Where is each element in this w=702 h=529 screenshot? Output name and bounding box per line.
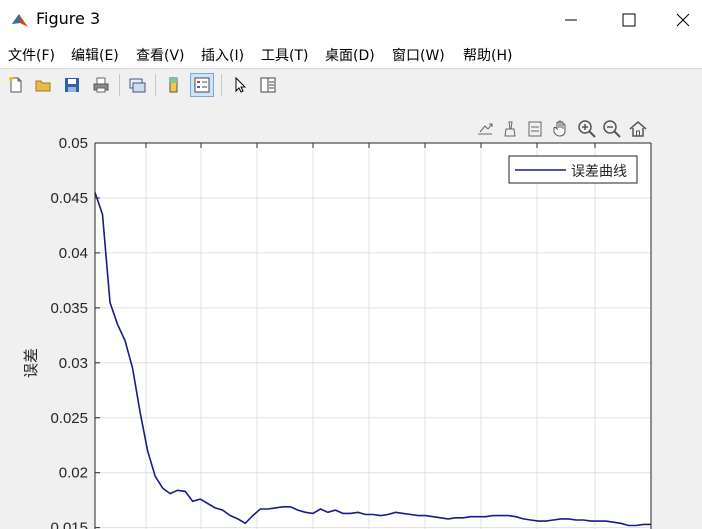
y-tick-labels: 0.05 0.045 0.04 0.035 0.03 0.025 0.02 0.015	[50, 135, 88, 529]
y-tick-label: 0.015	[50, 520, 88, 529]
y-tick-label: 0.05	[59, 135, 88, 152]
error-line-chart: 0.050.0450.040.0350.030.0250.020.015 误差 …	[23, 135, 652, 529]
y-tick-label: 0.035	[50, 300, 88, 317]
y-tick-label: 0.03	[59, 355, 88, 372]
y-tick-label: 0.04	[59, 245, 88, 262]
legend[interactable]: 误差曲线	[508, 155, 638, 184]
legend-entry-label: 误差曲线	[571, 163, 627, 179]
y-tick-label: 0.025	[50, 410, 88, 427]
axes-background	[95, 143, 651, 529]
y-axis-label: 误差	[23, 348, 40, 378]
y-tick-label: 0.02	[59, 465, 88, 482]
y-tick-label: 0.045	[50, 190, 88, 207]
